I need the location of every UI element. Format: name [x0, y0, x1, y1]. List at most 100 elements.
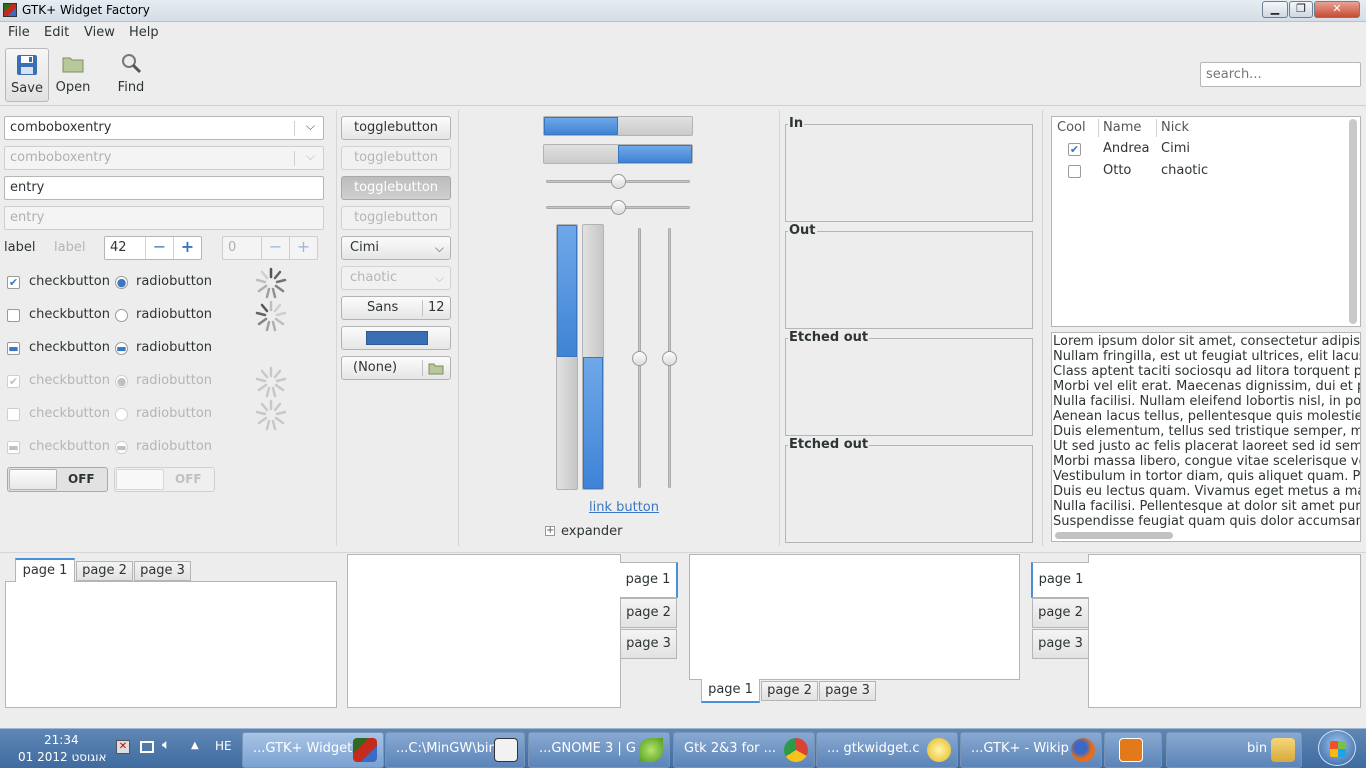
- column-header-cool[interactable]: Cool: [1057, 120, 1086, 135]
- tab-page-3[interactable]: page 3: [620, 629, 677, 659]
- scale-horizontal[interactable]: [546, 200, 690, 215]
- checkbox-inconsistent[interactable]: ▬: [7, 342, 20, 355]
- separator: [779, 110, 780, 546]
- checkbutton-label: checkbutton: [29, 307, 110, 322]
- minus-icon[interactable]: −: [145, 237, 173, 259]
- tab-page-1[interactable]: page 1: [1031, 562, 1089, 598]
- expander[interactable]: expander: [561, 524, 623, 539]
- cool-checkbox-checked[interactable]: ✔: [1068, 143, 1081, 156]
- column-header-name[interactable]: Name: [1103, 120, 1141, 135]
- comboboxentry-disabled: comboboxentry ⌵: [4, 146, 324, 170]
- switch-handle[interactable]: [9, 469, 57, 490]
- scale-vertical[interactable]: [662, 228, 677, 488]
- tree-view[interactable]: Cool Name Nick ✔ Andrea Cimi Otto chaoti…: [1051, 116, 1361, 327]
- color-button[interactable]: [341, 326, 451, 350]
- open-button[interactable]: Open: [51, 48, 95, 102]
- minimize-button[interactable]: ▁: [1262, 1, 1288, 18]
- checkbutton-label: checkbutton: [29, 340, 110, 355]
- taskbar-item-gnome[interactable]: ...GNOME 3 | G: [528, 732, 670, 768]
- checkbutton-label: checkbutton: [29, 406, 110, 421]
- combo-text: comboboxentry: [10, 150, 112, 165]
- network-icon[interactable]: ✕: [116, 740, 130, 754]
- radio-selected[interactable]: ●: [115, 276, 128, 289]
- togglebutton[interactable]: togglebutton: [341, 116, 451, 140]
- tab-page-1[interactable]: page 1: [15, 558, 75, 582]
- search-input[interactable]: [1200, 62, 1361, 87]
- tab-page-2[interactable]: page 2: [76, 561, 133, 581]
- tab-page-3[interactable]: page 3: [134, 561, 191, 581]
- find-label: Find: [117, 80, 145, 95]
- entry[interactable]: entry: [4, 176, 324, 200]
- chevron-down-icon: ⌵: [434, 241, 444, 255]
- expander-plus-icon[interactable]: +: [545, 526, 555, 536]
- monitor-icon[interactable]: [140, 741, 154, 753]
- checkbutton-label: checkbutton: [29, 274, 110, 289]
- speaker-icon[interactable]: 🔈︎: [162, 737, 170, 753]
- horizontal-scrollbar[interactable]: [1055, 532, 1173, 539]
- link-button[interactable]: link button: [589, 500, 659, 515]
- radio[interactable]: [115, 309, 128, 322]
- tab-page-2[interactable]: page 2: [1032, 598, 1089, 628]
- togglebutton-active[interactable]: togglebutton: [341, 176, 451, 200]
- menu-file[interactable]: File: [8, 25, 30, 40]
- show-hidden-icon[interactable]: ▲: [191, 740, 199, 751]
- scale-handle[interactable]: [632, 351, 647, 366]
- spinbutton[interactable]: 42 − +: [104, 236, 202, 260]
- font-button[interactable]: Sans 12: [341, 296, 451, 320]
- text-line: Morbi massa libero, congue vitae sceleri…: [1053, 454, 1361, 469]
- checkbox[interactable]: [7, 309, 20, 322]
- cool-checkbox[interactable]: [1068, 165, 1081, 178]
- scale-horizontal[interactable]: [546, 174, 690, 189]
- language-indicator[interactable]: HE: [215, 739, 232, 753]
- maximize-button[interactable]: ❐: [1289, 1, 1313, 18]
- spinner-icon-disabled: [255, 366, 287, 398]
- checkbox-checked[interactable]: ✔: [7, 276, 20, 289]
- label: label: [4, 240, 36, 255]
- close-button[interactable]: ✕: [1314, 1, 1360, 18]
- comboboxentry[interactable]: comboboxentry ⌵: [4, 116, 324, 140]
- save-button[interactable]: Save: [5, 48, 49, 102]
- find-button[interactable]: Find: [109, 48, 153, 102]
- scale-vertical[interactable]: [632, 228, 647, 488]
- switch-off[interactable]: OFF: [7, 467, 108, 492]
- frame-etched-out: [785, 445, 1033, 543]
- frame-etched-out: [785, 338, 1033, 436]
- radio-inconsistent[interactable]: ▬: [115, 342, 128, 355]
- tab-page-3[interactable]: page 3: [819, 681, 876, 701]
- menu-view[interactable]: View: [84, 25, 115, 40]
- plus-icon[interactable]: +: [173, 237, 201, 259]
- file-chooser-button[interactable]: (None): [341, 356, 451, 380]
- separator: [336, 110, 337, 546]
- scale-handle[interactable]: [611, 200, 626, 215]
- radiobutton-label: radiobutton: [136, 373, 213, 388]
- combobox-cimi[interactable]: Cimi ⌵: [341, 236, 451, 260]
- taskbar-item-gtkwidget-c[interactable]: ... gtkwidget.c: [816, 732, 958, 768]
- scale-handle[interactable]: [611, 174, 626, 189]
- vertical-scrollbar[interactable]: [1349, 119, 1357, 324]
- tab-page-1[interactable]: page 1: [701, 679, 760, 703]
- chevron-down-icon: ⌵: [305, 119, 315, 133]
- radiobutton-label: radiobutton: [136, 406, 213, 421]
- scale-handle[interactable]: [662, 351, 677, 366]
- tab-page-1[interactable]: page 1: [620, 562, 678, 598]
- menu-help[interactable]: Help: [129, 25, 159, 40]
- tab-page-2[interactable]: page 2: [620, 598, 677, 628]
- taskbar-item-gtk-chrome[interactable]: Gtk 2&3 for ...: [673, 732, 815, 768]
- taskbar-item-media-player[interactable]: [1104, 732, 1162, 768]
- separator: [1042, 110, 1043, 546]
- taskbar-item-gtk-widget[interactable]: ...GTK+ Widget: [242, 732, 384, 768]
- column-header-nick[interactable]: Nick: [1161, 120, 1189, 135]
- text-view[interactable]: Lorem ipsum dolor sit amet, consectetur …: [1051, 332, 1361, 542]
- tab-page-3[interactable]: page 3: [1032, 629, 1089, 659]
- clock-time[interactable]: 21:34: [44, 733, 79, 747]
- start-button[interactable]: [1318, 730, 1356, 766]
- taskbar-item-bin[interactable]: bin: [1166, 732, 1302, 768]
- taskbar-item-wikipedia[interactable]: ...GTK+ - Wikip: [960, 732, 1102, 768]
- spin-value: 42: [110, 240, 127, 255]
- clock-date[interactable]: 01 אוגוסט 2012: [18, 750, 107, 764]
- title-bar: GTK+ Widget Factory ▁ ❐ ✕: [0, 0, 1366, 22]
- tab-page-2[interactable]: page 2: [761, 681, 818, 701]
- taskbar-item-mingw[interactable]: ...C:\MinGW\bin: [385, 732, 525, 768]
- notebook-left-page: [1088, 554, 1361, 708]
- menu-edit[interactable]: Edit: [44, 25, 69, 40]
